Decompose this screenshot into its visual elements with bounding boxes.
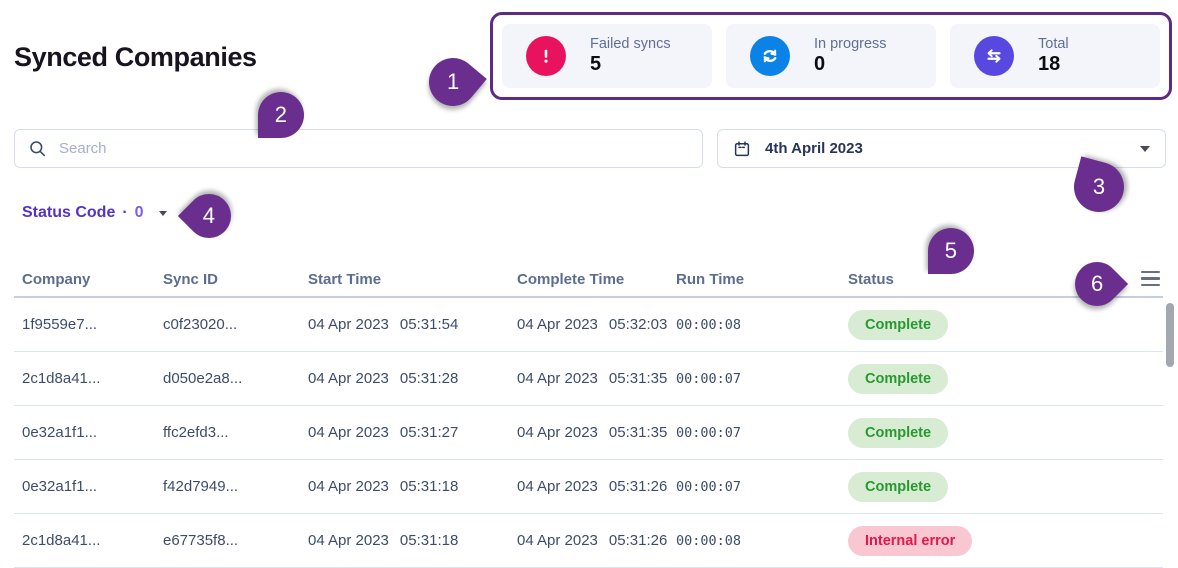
column-header-run-time: Run Time: [676, 270, 745, 288]
alert-icon: [526, 36, 566, 76]
status-code-filter[interactable]: Status Code · 0: [22, 204, 167, 222]
status-badge: Internal error: [848, 525, 973, 556]
annotation-marker-5: 5: [928, 228, 974, 274]
complete-time-cell: 04 Apr 2023 05:31:26: [517, 532, 668, 549]
sync-icon: [750, 36, 790, 76]
stat-value: 5: [590, 53, 602, 75]
stat-label: Failed syncs: [590, 36, 671, 52]
chevron-down-icon: [158, 210, 167, 216]
stat-card-total: Total 18: [950, 24, 1160, 88]
table-menu-icon[interactable]: [1141, 271, 1160, 290]
stat-label: Total: [1038, 36, 1069, 52]
stat-card-failed-syncs: Failed syncs 5: [502, 24, 712, 88]
scrollbar-thumb[interactable]: [1166, 303, 1174, 367]
column-header-sync-id: Sync ID: [163, 270, 219, 288]
complete-time-cell: 04 Apr 2023 05:31:35: [517, 370, 668, 387]
status-filter-count: 0: [134, 204, 144, 221]
company-cell: 2c1d8a41...: [22, 532, 101, 549]
start-time-cell: 04 Apr 2023 05:31:18: [308, 478, 459, 495]
company-cell: 1f9559e7...: [22, 316, 98, 333]
table-row[interactable]: 0e32a1f1... ffc2efd3... 04 Apr 2023 05:31…: [14, 406, 1163, 460]
status-badge: Complete: [848, 309, 949, 340]
start-time-cell: 04 Apr 2023 05:31:54: [308, 316, 459, 333]
transfer-icon: [974, 36, 1014, 76]
table-row[interactable]: 2c1d8a41... d050e2a8... 04 Apr 2023 05:31…: [14, 352, 1163, 406]
complete-time-cell: 04 Apr 2023 05:31:35: [517, 424, 668, 441]
status-filter-label: Status Code: [22, 204, 116, 221]
stat-value: 0: [814, 53, 826, 75]
status-badge: Complete: [848, 363, 949, 394]
run-time-cell: 00:00:07: [676, 424, 742, 441]
sync-id-cell: e67735f8...: [163, 532, 239, 549]
synced-companies-page: Synced Companies Failed syncs 5 In progr…: [0, 0, 1178, 568]
column-header-company: Company: [22, 270, 91, 288]
status-badge: Complete: [848, 417, 949, 448]
company-cell: 0e32a1f1...: [22, 478, 98, 495]
table-row[interactable]: 1f9559e7... c0f23020... 04 Apr 2023 05:31…: [14, 298, 1163, 352]
sync-id-cell: c0f23020...: [163, 316, 238, 333]
start-time-cell: 04 Apr 2023 05:31:18: [308, 532, 459, 549]
sync-id-cell: d050e2a8...: [163, 370, 243, 387]
status-filter-separator: ·: [122, 204, 128, 221]
company-cell: 2c1d8a41...: [22, 370, 101, 387]
start-time-cell: 04 Apr 2023 05:31:27: [308, 424, 459, 441]
synced-companies-table: Company Sync ID Start Time Complete Time…: [14, 262, 1163, 568]
complete-time-cell: 04 Apr 2023 05:31:26: [517, 478, 668, 495]
run-time-cell: 00:00:08: [676, 532, 742, 549]
annotation-marker-2: 2: [258, 92, 304, 138]
run-time-cell: 00:00:07: [676, 478, 742, 495]
sync-stats-group: Failed syncs 5 In progress 0 Total 18: [490, 12, 1172, 100]
page-title: Synced Companies: [14, 42, 257, 72]
run-time-cell: 00:00:07: [676, 370, 742, 387]
sync-id-cell: f42d7949...: [163, 478, 239, 495]
table-row[interactable]: 2c1d8a41... e67735f8... 04 Apr 2023 05:31…: [14, 514, 1163, 568]
search-input[interactable]: [59, 140, 689, 157]
company-cell: 0e32a1f1...: [22, 424, 98, 441]
column-header-start-time: Start Time: [308, 270, 382, 288]
status-badge: Complete: [848, 471, 949, 502]
stat-label: In progress: [814, 36, 887, 52]
annotation-marker-1: 1: [419, 48, 487, 116]
start-time-cell: 04 Apr 2023 05:31:28: [308, 370, 459, 387]
date-picker-value: 4th April 2023: [765, 140, 863, 157]
stat-value: 18: [1038, 53, 1061, 75]
stat-card-in-progress: In progress 0: [726, 24, 936, 88]
search-bar: [14, 129, 703, 168]
calendar-icon: [733, 140, 751, 158]
table-header: Company Sync ID Start Time Complete Time…: [14, 262, 1163, 298]
run-time-cell: 00:00:08: [676, 316, 742, 333]
annotation-marker-4: 4: [177, 184, 241, 248]
chevron-down-icon: [1140, 145, 1150, 152]
table-row[interactable]: 0e32a1f1... f42d7949... 04 Apr 2023 05:31…: [14, 460, 1163, 514]
sync-id-cell: ffc2efd3...: [163, 424, 229, 441]
complete-time-cell: 04 Apr 2023 05:32:03: [517, 316, 668, 333]
column-header-complete-time: Complete Time: [517, 270, 625, 288]
search-icon: [28, 139, 47, 158]
